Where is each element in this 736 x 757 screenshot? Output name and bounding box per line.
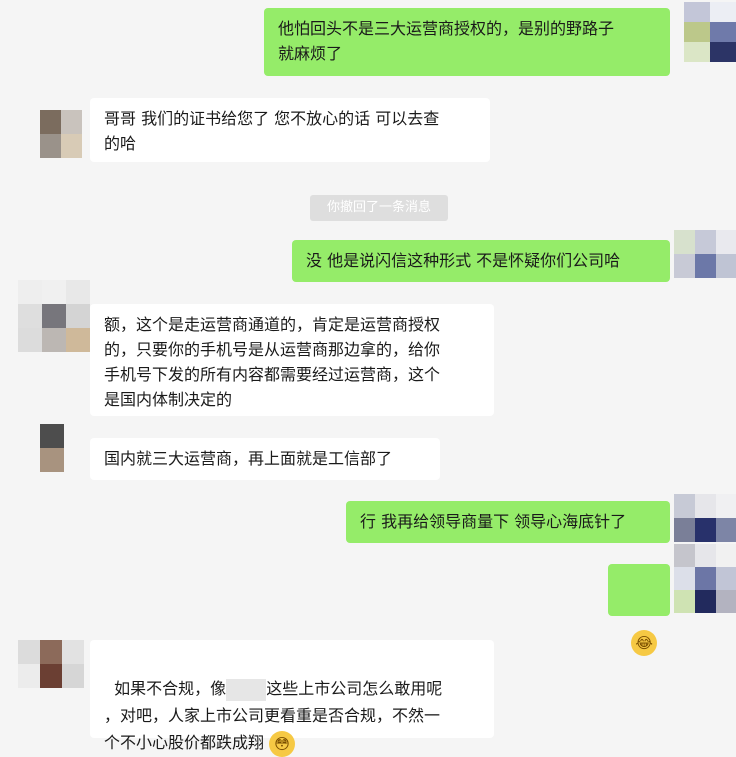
recall-notice: 你撤回了一条消息 <box>310 195 448 221</box>
avatar[interactable] <box>684 2 736 62</box>
avatar[interactable] <box>18 280 90 352</box>
message-bubble: 没 他是说闪信这种形式 不是怀疑你们公司哈 <box>292 240 670 282</box>
avatar[interactable] <box>40 110 82 158</box>
message-bubble: 如果不合规，像 这些上市公司怎么敢用呢 ，对吧，人家上市公司更看重是否合规，不然一… <box>90 640 494 757</box>
avatar[interactable] <box>40 424 64 472</box>
flushed-emoji-icon: 😳 <box>269 730 296 757</box>
avatar[interactable] <box>674 544 736 613</box>
avatar[interactable] <box>18 640 84 688</box>
avatar[interactable] <box>674 230 736 278</box>
message-bubble: 国内就三大运营商，再上面就是工信部了 <box>90 438 440 480</box>
laughing-emoji-icon: 😂 <box>631 629 658 656</box>
message-bubble: 额，这个是走运营商通道的，肯定是运营商授权 的，只要你的手机号是从运营商那边拿的… <box>90 304 494 416</box>
avatar[interactable] <box>674 494 736 542</box>
message-bubble: 他怕回头不是三大运营商授权的，是别的野路子 就麻烦了 <box>264 8 670 76</box>
message-bubble: 哥哥 我们的证书给您了 您不放心的话 可以去查 的哈 <box>90 98 490 162</box>
message-text: 如果不合规，像 <box>114 679 227 698</box>
redacted-text <box>226 678 267 701</box>
sticker-bubble: 😂 <box>608 564 670 656</box>
message-bubble: 行 我再给领导商量下 领导心海底针了 <box>346 501 670 543</box>
